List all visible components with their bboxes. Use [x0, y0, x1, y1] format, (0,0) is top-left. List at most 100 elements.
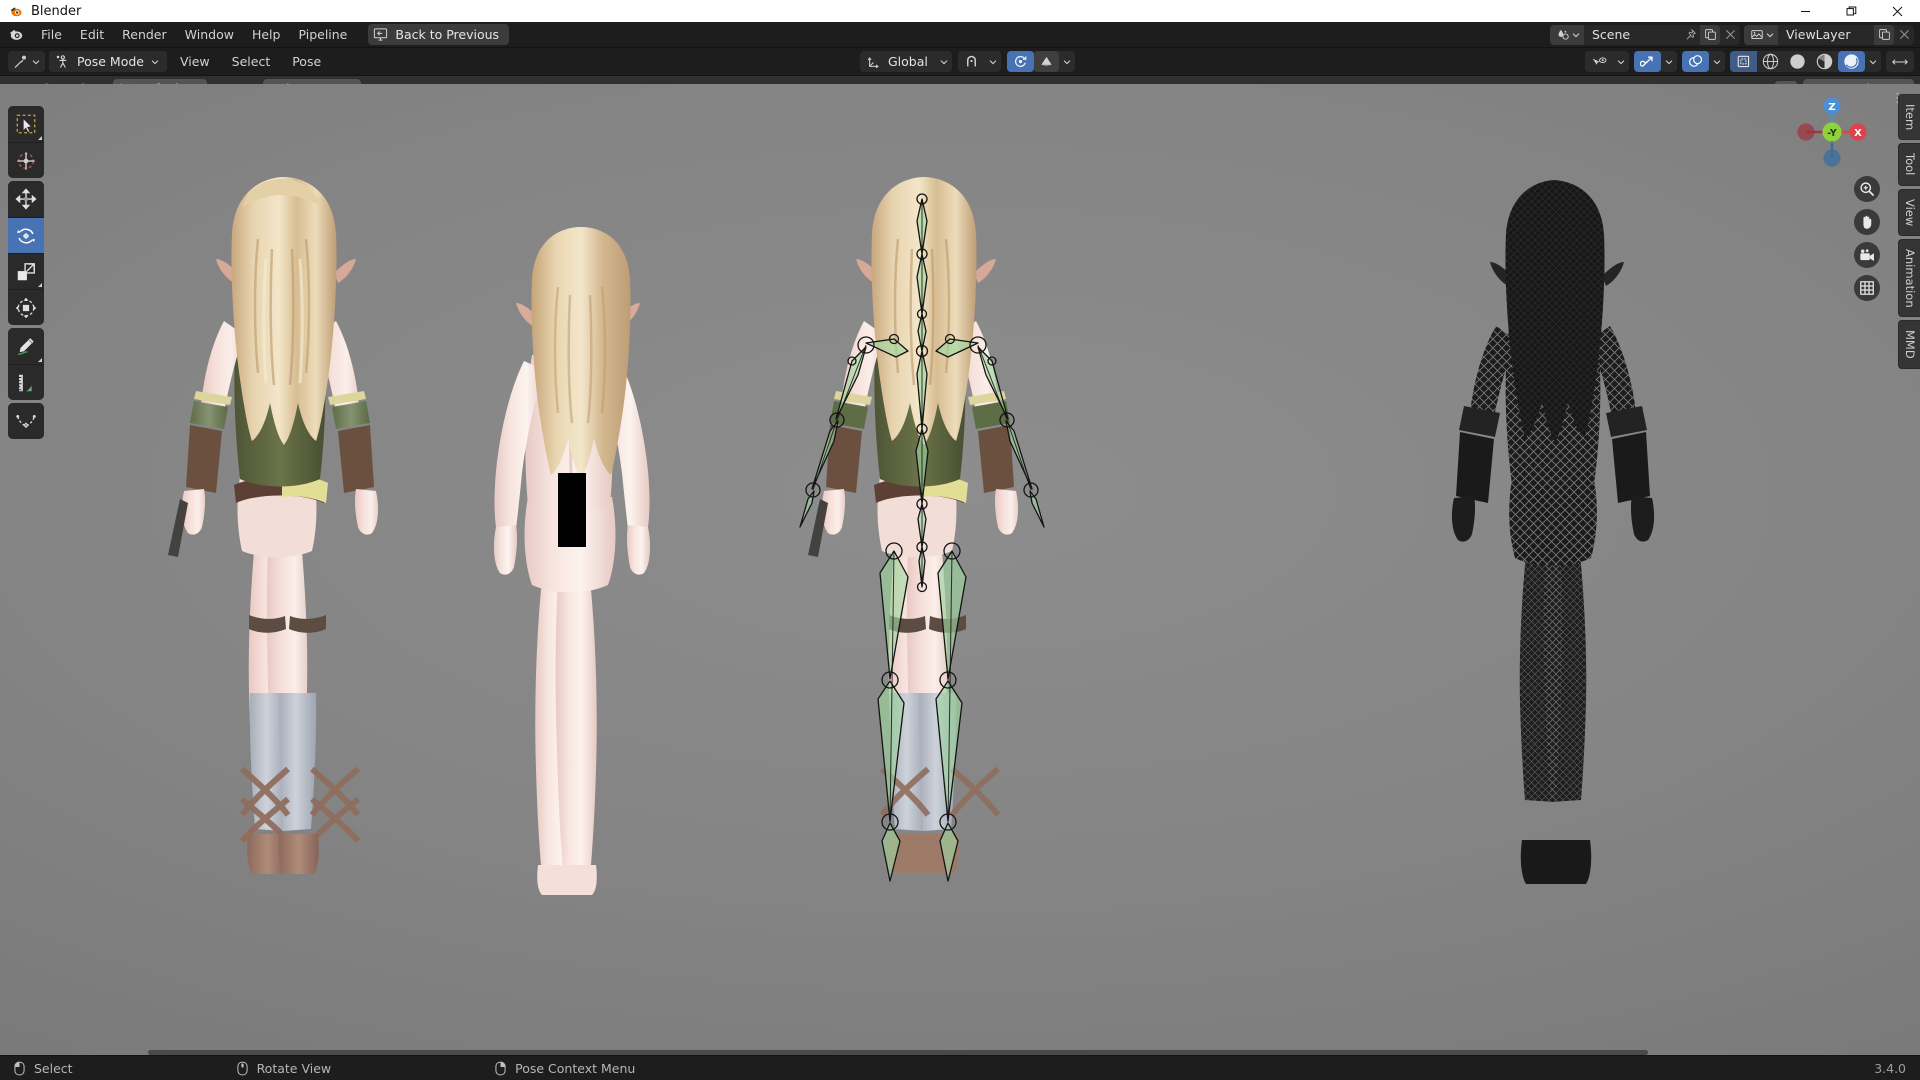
new-viewlayer-button[interactable]: [1874, 24, 1894, 45]
toolgroup-select: [8, 106, 44, 178]
resize-handle-icon: [1892, 58, 1908, 65]
tool-submenu-indicator: [38, 358, 42, 362]
header-menu-view[interactable]: View: [171, 52, 219, 71]
status-select: Select: [14, 1061, 73, 1076]
eye-selectability-icon[interactable]: [1585, 51, 1613, 72]
menu-file[interactable]: File: [32, 24, 71, 45]
proportional-edit-icon: [1014, 55, 1027, 67]
snap-magnet-toggle[interactable]: [958, 51, 985, 72]
back-to-previous-label: Back to Previous: [395, 27, 500, 42]
snapping-controls[interactable]: [957, 51, 1001, 72]
visibility-selectability-controls[interactable]: [1585, 51, 1629, 72]
transform-orientation-selector[interactable]: Global: [860, 51, 952, 72]
viewport-nav-buttons: [1854, 176, 1880, 301]
minimize-button[interactable]: [1782, 0, 1828, 22]
tool-submenu-indicator: [38, 283, 42, 287]
rendered-shading-icon: [1844, 54, 1859, 69]
interaction-mode-selector[interactable]: Pose Mode: [49, 51, 167, 72]
chevron-down-icon: [989, 59, 997, 64]
unlink-scene-button[interactable]: [1720, 25, 1740, 45]
header-resize-handle[interactable]: [1886, 51, 1914, 72]
move-tool[interactable]: [8, 181, 44, 217]
mouse-left-icon: [14, 1061, 25, 1075]
gizmo-axis-negy: -Y: [1827, 128, 1837, 139]
menu-render[interactable]: Render: [113, 24, 176, 45]
menu-window[interactable]: Window: [176, 24, 243, 45]
overlay-controls[interactable]: [1682, 51, 1725, 72]
rotate-tool[interactable]: [8, 217, 44, 253]
pose-mode-icon: [56, 55, 67, 68]
gizmo-controls[interactable]: [1634, 51, 1677, 72]
shading-material-preview-button[interactable]: [1811, 51, 1838, 72]
shading-rendered-button[interactable]: [1838, 51, 1865, 72]
shading-solid-button[interactable]: [1784, 51, 1811, 72]
pin-icon[interactable]: [1680, 25, 1700, 45]
viewport-toolbar: [8, 106, 44, 439]
header-menu-select[interactable]: Select: [223, 52, 280, 71]
proportional-edit-toggle[interactable]: [1006, 51, 1034, 72]
bone-envelope-tool[interactable]: [8, 403, 44, 439]
close-button[interactable]: [1874, 0, 1920, 22]
tab-mmd[interactable]: MMD: [1898, 320, 1920, 370]
figure-wireframe-silhouette[interactable]: [1430, 114, 1720, 914]
cursor-tool[interactable]: [8, 142, 44, 178]
back-arrow-icon: [374, 28, 388, 41]
figure-untextured-nude[interactable]: [460, 179, 700, 899]
gizmo-axis-x: X: [1854, 128, 1862, 139]
gizmo-axis-z: Z: [1828, 102, 1835, 113]
magnet-icon: [966, 55, 976, 67]
chevron-down-icon: [1665, 59, 1673, 64]
armature-editor-icon: [14, 55, 26, 68]
back-to-previous-button[interactable]: Back to Previous: [368, 24, 510, 45]
transform-tool[interactable]: [8, 289, 44, 325]
gizmo-icon: [1640, 56, 1653, 67]
blender-menu-icon[interactable]: [6, 25, 26, 45]
annotate-tool[interactable]: [8, 328, 44, 364]
scene-name[interactable]: Scene: [1584, 27, 1680, 42]
status-bar: Select Rotate View Pose Context Menu 3.4…: [0, 1055, 1920, 1080]
camera-icon[interactable]: [1854, 242, 1880, 268]
scene-selector[interactable]: Scene: [1550, 24, 1740, 45]
annotate-pencil-icon: [17, 336, 35, 355]
figure-textured-front-left[interactable]: [150, 99, 450, 889]
editor-type-selector[interactable]: [8, 51, 45, 72]
scene-icon[interactable]: [1550, 24, 1584, 45]
menu-help[interactable]: Help: [243, 24, 290, 45]
scale-tool[interactable]: [8, 253, 44, 289]
navigation-gizmo[interactable]: Z X -Y: [1790, 90, 1874, 174]
remove-viewlayer-button[interactable]: [1894, 25, 1914, 45]
viewlayer-name[interactable]: ViewLayer: [1778, 27, 1874, 42]
os-title-bar: Blender: [0, 0, 1920, 22]
new-scene-button[interactable]: [1700, 24, 1720, 45]
tweak-select-box-tool[interactable]: [8, 106, 44, 142]
overlays-toggle[interactable]: [1682, 51, 1709, 72]
proportional-editing-controls[interactable]: [1006, 51, 1075, 72]
menu-pipeline[interactable]: Pipeline: [289, 24, 356, 45]
gizmo-toggle[interactable]: [1634, 51, 1661, 72]
grid-ortho-icon[interactable]: [1854, 275, 1880, 301]
viewlayer-selector[interactable]: ViewLayer: [1744, 24, 1914, 45]
xray-toggle[interactable]: [1730, 51, 1757, 72]
pan-hand-icon[interactable]: [1854, 209, 1880, 235]
measure-tool[interactable]: [8, 364, 44, 400]
move-arrows-icon: [15, 188, 37, 210]
3d-viewport[interactable]: ⋮ Z X -Y: [0, 84, 1920, 1055]
header-menu-pose[interactable]: Pose: [283, 52, 330, 71]
menu-edit[interactable]: Edit: [71, 24, 113, 45]
chevron-down-icon: [1766, 32, 1774, 37]
viewport-header: Pose Mode View Select Pose Global: [0, 48, 1920, 76]
tab-tool[interactable]: Tool: [1898, 143, 1920, 186]
tab-animation[interactable]: Animation: [1898, 238, 1920, 318]
viewlayer-icon[interactable]: [1744, 24, 1778, 45]
shading-mode-controls[interactable]: [1730, 51, 1881, 72]
xray-toggle-icon: [1737, 55, 1750, 68]
tab-item[interactable]: Item: [1898, 94, 1920, 141]
figure-with-armature[interactable]: [790, 99, 1090, 919]
proportional-falloff-selector[interactable]: [1033, 51, 1059, 72]
zoom-icon[interactable]: [1854, 176, 1880, 202]
overlays-icon: [1689, 55, 1703, 67]
maximize-button[interactable]: [1828, 0, 1874, 22]
shading-wireframe-button[interactable]: [1757, 51, 1784, 72]
tab-view[interactable]: View: [1898, 188, 1920, 236]
status-rotate-view: Rotate View: [236, 1061, 331, 1076]
